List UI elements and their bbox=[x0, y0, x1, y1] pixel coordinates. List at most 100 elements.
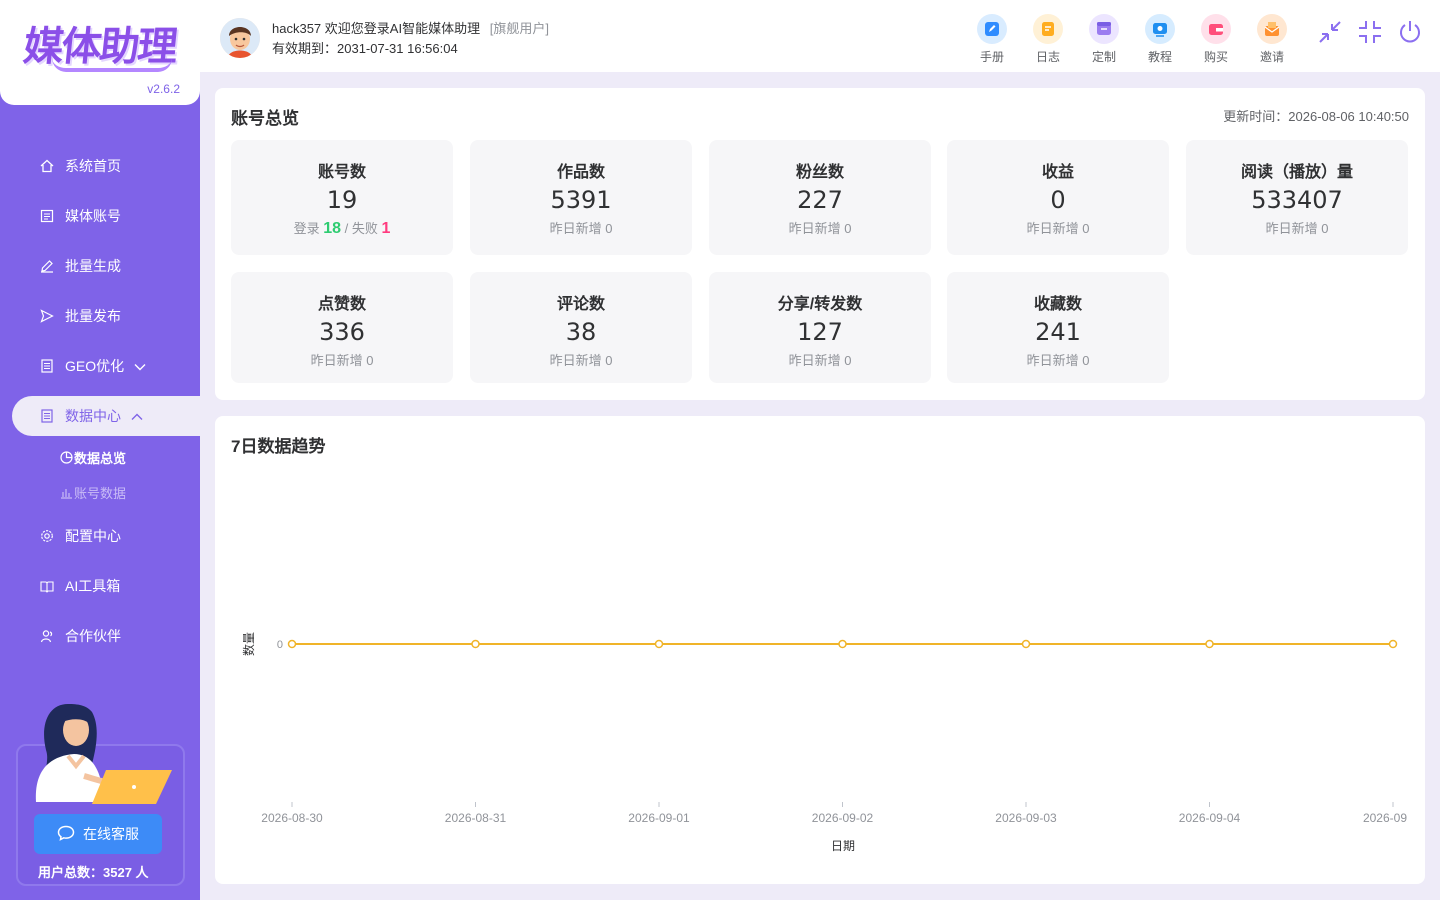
x-tick-label: 2026-09-04 bbox=[1179, 811, 1241, 825]
stat-value: 336 bbox=[319, 318, 365, 346]
x-tick-label: 2026-09-01 bbox=[628, 811, 690, 825]
sidebar-item-label: GEO优化 bbox=[65, 358, 125, 374]
stat-value: 227 bbox=[797, 186, 843, 214]
data-point bbox=[287, 639, 297, 649]
chat-bubble-icon bbox=[57, 825, 75, 844]
stat-card-fans: 粉丝数 227 昨日新增 0 bbox=[709, 140, 931, 255]
x-axis-title: 日期 bbox=[831, 839, 855, 853]
sidebar-item-geo[interactable]: GEO优化 bbox=[12, 346, 200, 386]
trend-chart: 2026-08-30 2026-08-31 2026-09-01 2026-09-02… bbox=[241, 632, 1407, 853]
data-icon bbox=[39, 408, 55, 424]
sidebar-item-label: 配置中心 bbox=[65, 528, 121, 544]
stat-label: 点赞数 bbox=[317, 296, 366, 313]
toolbar-label: 邀请 bbox=[1259, 50, 1284, 64]
sidebar-item-config[interactable]: 配置中心 bbox=[12, 516, 200, 556]
sidebar-subitem-data-overview[interactable]: 数据总览 bbox=[60, 448, 126, 467]
stat-login-status: 登录 18 / 失败 1 bbox=[231, 218, 453, 238]
fail-label: 失败 bbox=[351, 221, 378, 236]
logo-area: 媒体助理 v2.6.2 bbox=[0, 0, 200, 105]
document-icon bbox=[39, 358, 55, 374]
online-support-label: 在线客服 bbox=[83, 826, 139, 842]
sidebar-subitem-account-data[interactable]: 账号数据 bbox=[60, 483, 126, 502]
avatar[interactable] bbox=[220, 18, 260, 58]
top-header: hack357 欢迎您登录AI智能媒体助理 [旗舰用户] 有效期到：2031-0… bbox=[200, 0, 1440, 72]
logo-swoosh bbox=[52, 58, 172, 72]
overview-title: 账号总览 bbox=[231, 109, 299, 128]
stat-value: 127 bbox=[797, 318, 843, 346]
sidebar-subitem-label: 账号数据 bbox=[74, 486, 127, 501]
stat-value: 38 bbox=[565, 318, 597, 346]
toolbar-label: 教程 bbox=[1147, 50, 1172, 64]
data-point bbox=[654, 639, 664, 649]
stat-value: 0 bbox=[1050, 186, 1066, 214]
sidebar-item-home[interactable]: 系统首页 bbox=[12, 146, 200, 186]
user-total: 用户总数：3527 人 bbox=[38, 865, 149, 880]
chevron-up-icon bbox=[131, 408, 143, 424]
toolbar-label: 日志 bbox=[1035, 50, 1060, 64]
account-icon bbox=[39, 208, 55, 224]
toolbar-tutorial-button[interactable]: 教程 bbox=[1140, 14, 1180, 65]
stat-card-shares: 分享/转发数 127 昨日新增 0 bbox=[709, 272, 931, 383]
book-icon bbox=[39, 578, 55, 594]
toolbar-buy-button[interactable]: 购买 bbox=[1196, 14, 1236, 65]
y-axis-title: 数量 bbox=[241, 632, 256, 656]
sidebar-item-partners[interactable]: 合作伙伴 bbox=[12, 616, 200, 656]
collapse-arrows-icon bbox=[1317, 19, 1343, 50]
exit-fullscreen-button[interactable] bbox=[1356, 20, 1384, 48]
toolbar-label: 购买 bbox=[1203, 50, 1228, 64]
stat-value: 5391 bbox=[550, 186, 612, 214]
sidebar-item-label: AI工具箱 bbox=[65, 578, 121, 594]
sidebar-item-batch-publish[interactable]: 批量发布 bbox=[12, 296, 200, 336]
stat-sub: 昨日新增 0 bbox=[788, 353, 852, 368]
sidebar-item-label: 系统首页 bbox=[65, 158, 121, 174]
toolbar-custom-button[interactable]: 定制 bbox=[1084, 14, 1124, 65]
stat-sub: 昨日新增 0 bbox=[549, 221, 613, 236]
online-support-button[interactable]: 在线客服 bbox=[34, 814, 162, 854]
toolbar-label: 手册 bbox=[979, 50, 1004, 64]
stat-sub: 昨日新增 0 bbox=[1026, 353, 1090, 368]
gear-icon bbox=[39, 528, 55, 544]
stat-card-reads: 阅读（播放）量 533407 昨日新增 0 bbox=[1186, 140, 1408, 255]
logout-button[interactable] bbox=[1396, 20, 1424, 48]
stat-card-revenue: 收益 0 昨日新增 0 bbox=[947, 140, 1169, 255]
data-point bbox=[1021, 639, 1031, 649]
data-point bbox=[838, 639, 847, 649]
compress-icon bbox=[1357, 19, 1383, 50]
stat-value: 241 bbox=[1035, 318, 1081, 346]
sidebar-item-media-accounts[interactable]: 媒体账号 bbox=[12, 196, 200, 236]
stat-card-works: 作品数 5391 昨日新增 0 bbox=[470, 140, 692, 255]
sidebar-item-batch-generate[interactable]: 批量生成 bbox=[12, 246, 200, 286]
invite-icon bbox=[1257, 14, 1287, 44]
login-label: 登录 bbox=[293, 221, 320, 236]
x-tick-label: 2026-08-30 bbox=[261, 811, 323, 825]
toolbar-log-button[interactable]: 日志 bbox=[1028, 14, 1068, 65]
user-tier-tag: [旗舰用户] bbox=[489, 21, 549, 36]
sidebar-item-label: 媒体账号 bbox=[65, 208, 121, 224]
toolbar-manual-button[interactable]: 手册 bbox=[972, 14, 1012, 65]
tutorial-icon bbox=[1145, 14, 1175, 44]
chevron-down-icon bbox=[134, 358, 146, 374]
custom-icon bbox=[1089, 14, 1119, 44]
sidebar-item-label: 合作伙伴 bbox=[65, 628, 121, 644]
restore-window-button[interactable] bbox=[1316, 20, 1344, 48]
stat-label: 评论数 bbox=[556, 296, 605, 313]
sidebar-item-ai-toolbox[interactable]: AI工具箱 bbox=[12, 566, 200, 606]
stat-value: 533407 bbox=[1251, 186, 1343, 214]
stat-label: 收藏数 bbox=[1033, 296, 1082, 313]
x-tick-label: 2026-09-02 bbox=[812, 811, 874, 825]
welcome-message: 欢迎您登录AI智能媒体助理 bbox=[324, 21, 481, 36]
data-point bbox=[1388, 639, 1398, 649]
sidebar-item-label: 批量生成 bbox=[65, 258, 121, 274]
login-count: 18 bbox=[323, 220, 341, 237]
stat-value: 19 bbox=[326, 186, 358, 214]
toolbar-invite-button[interactable]: 邀请 bbox=[1252, 14, 1292, 65]
sidebar-item-data-center[interactable]: 数据中心 bbox=[12, 396, 200, 436]
stat-card-comments: 评论数 38 昨日新增 0 bbox=[470, 272, 692, 383]
username: hack357 bbox=[272, 21, 322, 36]
stat-label: 收益 bbox=[1041, 164, 1074, 181]
x-tick-label: 2026-09 bbox=[1363, 811, 1407, 825]
wallet-icon bbox=[1201, 14, 1231, 44]
support-illustration bbox=[35, 704, 172, 804]
stat-sub: 昨日新增 0 bbox=[1265, 221, 1329, 236]
power-icon bbox=[1397, 19, 1423, 50]
